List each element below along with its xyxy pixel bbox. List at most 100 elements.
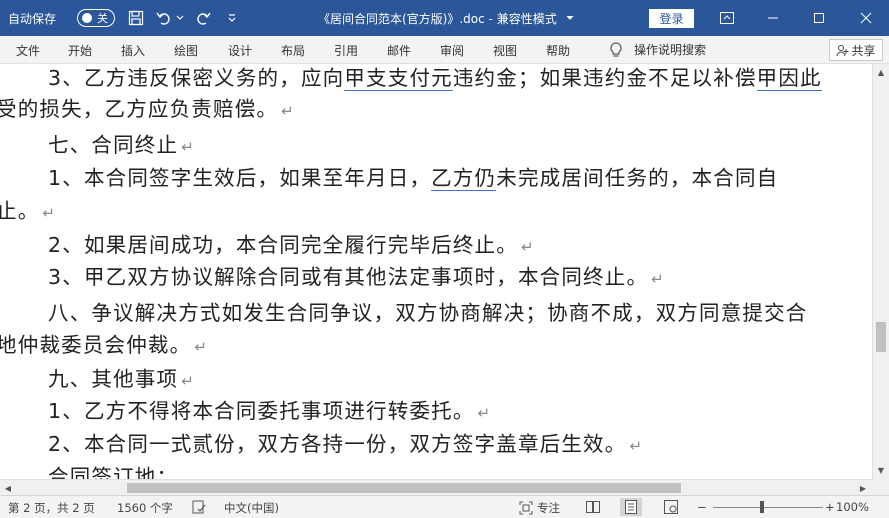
document-area[interactable]: 3、乙方违反保密义务的，应向甲支支付元违约金；如果违约金不足以补偿甲因此 受的损失… (0, 64, 872, 479)
tab-insert[interactable]: 插入 (121, 42, 145, 59)
zoom-out-button[interactable]: − (697, 500, 707, 514)
paragraph-mark-icon: ↵ (42, 204, 57, 222)
scroll-up-icon[interactable]: ▲ (873, 64, 889, 80)
tab-help[interactable]: 帮助 (546, 42, 570, 59)
status-bar: 第 2 页，共 2 页 1560 个字 中文(中国) 专注 − + 100% (0, 495, 889, 518)
paragraph-mark-icon: ↵ (194, 338, 209, 356)
tab-view[interactable]: 视图 (493, 42, 517, 59)
line-text: 2、本合同一式贰份，双方各持一份，双方签字盖章后生效。 (48, 432, 627, 456)
scrollbar-corner (872, 479, 889, 495)
line-text: 八、争议解决方式如发生合同争议，双方协商解决；协商不成，双方同意提交合 (48, 301, 808, 325)
scroll-down-icon[interactable]: ▼ (873, 462, 889, 478)
line-text: 地仲裁委员会仲裁。 (0, 333, 192, 357)
document-line: 七、合同终止 ↵ (48, 128, 195, 158)
close-icon[interactable] (843, 0, 889, 36)
zoom-slider-knob[interactable] (760, 501, 764, 513)
document-line: 3、乙方违反保密义务的，应向甲支支付元违约金；如果违约金不足以补偿甲因此 (48, 64, 822, 91)
line-text: 未完成居间任务的，本合同自 (496, 166, 779, 190)
line-text: 3、乙方违反保密义务的，应向 (48, 66, 345, 90)
autosave-label: 自动保存 (8, 12, 57, 26)
document-line: 地仲裁委员会仲裁。 ↵ (0, 328, 208, 358)
tab-review[interactable]: 审阅 (440, 42, 464, 59)
ribbon-tabs: 文件 开始 插入 绘图 设计 布局 引用 邮件 审阅 视图 帮助 操作说明搜索 … (0, 36, 889, 64)
paragraph-mark-icon: ↵ (651, 270, 665, 288)
word-count[interactable]: 1560 个字 (117, 500, 173, 516)
focus-label: 专注 (537, 501, 560, 515)
line-text: 止。 (0, 199, 40, 223)
zoom-in-button[interactable]: + (825, 500, 835, 514)
proofing-icon[interactable] (192, 500, 206, 514)
share-button[interactable]: 共享 (829, 39, 883, 61)
horizontal-scrollbar[interactable]: ◀ ▶ (0, 479, 872, 495)
paragraph-mark-icon: ↵ (629, 437, 644, 455)
print-layout-icon[interactable] (620, 498, 642, 516)
paragraph-mark-icon: ↵ (520, 238, 535, 256)
scroll-right-icon[interactable]: ▶ (855, 480, 871, 496)
tab-mailings[interactable]: 邮件 (387, 42, 411, 59)
line-text: 受的损失，乙方应负责赔偿。 (0, 97, 279, 121)
save-icon[interactable] (127, 9, 145, 27)
document-line: 3、甲乙双方协议解除合同或有其他法定事项时，本合同终止。 ↵ (48, 260, 665, 290)
lightbulb-icon (610, 41, 622, 58)
tell-me-search[interactable]: 操作说明搜索 (610, 41, 706, 58)
login-button[interactable]: 登录 (649, 9, 694, 28)
document-line: 受的损失，乙方应负责赔偿。 ↵ (0, 92, 295, 122)
tab-design[interactable]: 设计 (228, 42, 252, 59)
document-line: 八、争议解决方式如发生合同争议，双方协商解决；协商不成，双方同意提交合 (48, 296, 808, 326)
share-label: 共享 (851, 43, 876, 58)
autosave-toggle[interactable]: 关 (77, 9, 115, 27)
tab-references[interactable]: 引用 (334, 42, 358, 59)
document-line: 合同签订地： (48, 460, 178, 479)
web-layout-icon[interactable] (660, 498, 682, 516)
share-icon (836, 44, 849, 57)
ribbon-display-icon[interactable] (704, 0, 750, 36)
line-text: 2、如果居间成功，本合同完全履行完毕后终止。 (48, 233, 518, 257)
document-title: 《居间合同范本(官方版)》.doc - 兼容性模式 (318, 12, 557, 26)
line-text: 七、合同终止 (48, 133, 179, 157)
tab-draw[interactable]: 绘图 (174, 42, 198, 59)
line-text: 1、本合同签字生效后，如果至年月日， (48, 166, 432, 190)
underlined-text: 乙方仍 (431, 166, 497, 191)
tab-home[interactable]: 开始 (68, 42, 92, 59)
redo-icon[interactable] (194, 9, 212, 27)
undo-icon[interactable] (155, 9, 173, 27)
toggle-knob (82, 13, 92, 23)
minimize-icon[interactable] (750, 0, 796, 36)
line-text: 3、甲乙双方协议解除合同或有其他法定事项时，本合同终止。 (48, 265, 649, 289)
vertical-scrollbar[interactable]: ▲ ▼ (872, 64, 889, 479)
horizontal-scroll-thumb[interactable] (127, 483, 681, 493)
paragraph-mark-icon: ↵ (477, 404, 492, 422)
maximize-icon[interactable] (796, 0, 842, 36)
tell-me-label: 操作说明搜索 (634, 43, 707, 57)
line-text: 违约金；如果违约金不足以补偿 (452, 66, 757, 90)
language[interactable]: 中文(中国) (224, 500, 279, 516)
tab-layout[interactable]: 布局 (281, 42, 305, 59)
document-line: 1、本合同签字生效后，如果至年月日，乙方仍未完成居间任务的，本合同自 (48, 161, 778, 191)
undo-dropdown-icon[interactable] (175, 9, 185, 27)
title-bar: 自动保存 关 《居间合同范本(官方版)》.doc - 兼容性模式 登录 (0, 0, 889, 36)
autosave-state: 关 (97, 12, 108, 25)
zoom-level[interactable]: 100% (836, 500, 869, 514)
line-text: 九、其他事项 (48, 367, 179, 391)
focus-icon (519, 501, 533, 515)
scroll-left-icon[interactable]: ◀ (0, 480, 16, 496)
underlined-text: 甲支支付元 (344, 66, 453, 91)
document-line: 九、其他事项 ↵ (48, 362, 195, 392)
read-mode-icon[interactable] (582, 498, 604, 516)
document-line: 2、本合同一式贰份，双方各持一份，双方签字盖章后生效。 ↵ (48, 427, 643, 457)
paragraph-mark-icon: ↵ (181, 372, 195, 390)
document-line: 1、乙方不得将本合同委托事项进行转委托。 ↵ (48, 394, 491, 424)
customize-qat-icon[interactable] (223, 9, 241, 27)
zoom-slider-track[interactable] (713, 507, 823, 508)
title-dropdown-icon[interactable] (565, 9, 575, 27)
paragraph-mark-icon: ↵ (281, 102, 295, 120)
tab-file[interactable]: 文件 (16, 42, 40, 59)
document-line: 止。 ↵ (0, 194, 56, 224)
vertical-scroll-thumb[interactable] (876, 322, 886, 352)
line-text: 合同签订地： (48, 465, 179, 479)
line-text: 1、乙方不得将本合同委托事项进行转委托。 (48, 399, 475, 423)
underlined-text: 甲因此 (756, 66, 822, 91)
page-count[interactable]: 第 2 页，共 2 页 (8, 500, 95, 516)
focus-mode-button[interactable]: 专注 (519, 500, 560, 516)
paragraph-mark-icon: ↵ (181, 138, 195, 156)
